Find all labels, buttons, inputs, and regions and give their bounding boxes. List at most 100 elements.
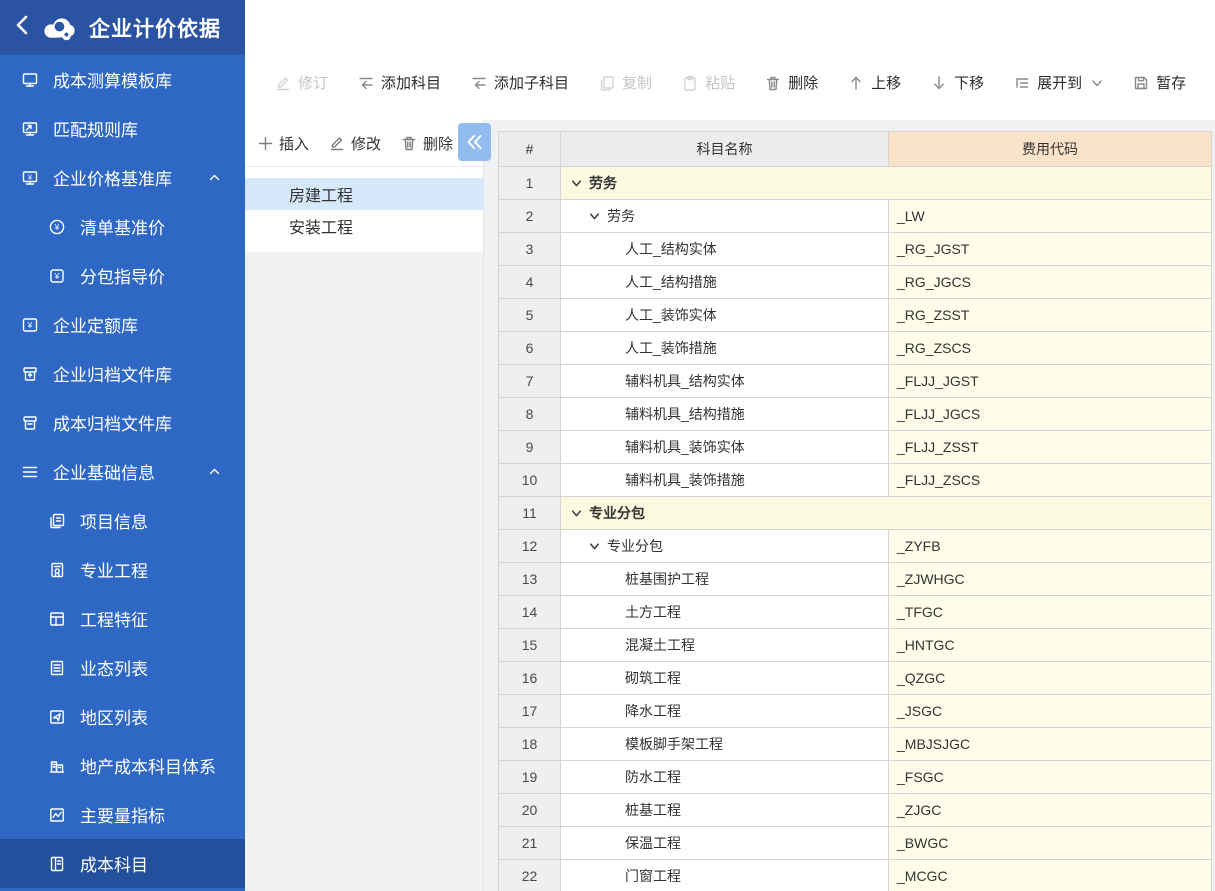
row-number-cell[interactable]: 15 bbox=[499, 629, 561, 662]
row-number-cell[interactable]: 5 bbox=[499, 299, 561, 332]
sidebar-item[interactable]: ¥企业价格基准库 bbox=[0, 153, 245, 202]
fee-code-cell[interactable]: _FLJJ_JGST bbox=[889, 365, 1212, 398]
subject-name-cell[interactable]: 专业分包 bbox=[561, 530, 889, 563]
row-number-cell[interactable]: 8 bbox=[499, 398, 561, 431]
toolbar-button-trash[interactable]: 删除 bbox=[765, 72, 818, 93]
fee-code-cell[interactable]: _BWGC bbox=[889, 827, 1212, 860]
table-row[interactable]: 16砌筑工程_QZGC bbox=[499, 662, 1212, 695]
fee-code-cell[interactable]: _MBJSJGC bbox=[889, 728, 1212, 761]
toolbar-button-copy[interactable]: 复制 bbox=[599, 72, 652, 93]
table-row[interactable]: 1劳务 bbox=[499, 167, 1212, 200]
fee-code-cell[interactable]: _QZGC bbox=[889, 662, 1212, 695]
subject-name-cell[interactable]: 桩基工程 bbox=[561, 794, 889, 827]
subject-name-cell[interactable]: 人工_装饰措施 bbox=[561, 332, 889, 365]
sidebar-item[interactable]: 企业基础信息 bbox=[0, 447, 245, 496]
row-number-cell[interactable]: 11 bbox=[499, 497, 561, 530]
collapse-panel-button chevrons-left-icon[interactable] bbox=[458, 123, 491, 161]
subject-name-cell[interactable]: 砌筑工程 bbox=[561, 662, 889, 695]
panel-button-pencil[interactable]: 修改 bbox=[329, 133, 381, 154]
chevron-up-icon[interactable] bbox=[208, 171, 221, 184]
subject-name-cell[interactable]: 劳务 bbox=[561, 167, 1212, 200]
fee-code-cell[interactable]: _FLJJ_ZSST bbox=[889, 431, 1212, 464]
subject-name-cell[interactable]: 土方工程 bbox=[561, 596, 889, 629]
subject-name-cell[interactable]: 桩基围护工程 bbox=[561, 563, 889, 596]
sidebar-item[interactable]: 地产成本科目体系 bbox=[0, 741, 245, 790]
sidebar-item[interactable]: ¥分包指导价 bbox=[0, 251, 245, 300]
sidebar-item[interactable]: 业态列表 bbox=[0, 643, 245, 692]
subject-name-cell[interactable]: 混凝土工程 bbox=[561, 629, 889, 662]
table-row[interactable]: 21保温工程_BWGC bbox=[499, 827, 1212, 860]
chevron-down-icon[interactable] bbox=[589, 541, 600, 552]
sidebar-item[interactable]: 专业工程 bbox=[0, 545, 245, 594]
table-row[interactable]: 19防水工程_FSGC bbox=[499, 761, 1212, 794]
fee-code-cell[interactable]: _LW bbox=[889, 200, 1212, 233]
row-number-cell[interactable]: 18 bbox=[499, 728, 561, 761]
panel-button-trash[interactable]: 删除 bbox=[401, 133, 453, 154]
subject-name-cell[interactable]: 人工_结构实体 bbox=[561, 233, 889, 266]
table-row[interactable]: 9辅料机具_装饰实体_FLJJ_ZSST bbox=[499, 431, 1212, 464]
chevron-down-icon[interactable] bbox=[571, 178, 582, 189]
fee-code-cell[interactable]: _ZJWHGC bbox=[889, 563, 1212, 596]
fee-code-cell[interactable]: _ZYFB bbox=[889, 530, 1212, 563]
fee-code-cell[interactable]: _FLJJ_JGCS bbox=[889, 398, 1212, 431]
toolbar-button-save[interactable]: 暂存 bbox=[1133, 72, 1186, 93]
row-number-cell[interactable]: 7 bbox=[499, 365, 561, 398]
sidebar-item[interactable]: ¥企业定额库 bbox=[0, 300, 245, 349]
fee-code-cell[interactable]: _FLJJ_ZSCS bbox=[889, 464, 1212, 497]
table-row[interactable]: 17降水工程_JSGC bbox=[499, 695, 1212, 728]
fee-code-cell[interactable]: _ZJGC bbox=[889, 794, 1212, 827]
row-number-cell[interactable]: 6 bbox=[499, 332, 561, 365]
row-number-cell[interactable]: 4 bbox=[499, 266, 561, 299]
sidebar-item[interactable]: 成本测算模板库 bbox=[0, 55, 245, 104]
table-row[interactable]: 6人工_装饰措施_RG_ZSCS bbox=[499, 332, 1212, 365]
fee-code-cell[interactable]: _RG_ZSCS bbox=[889, 332, 1212, 365]
table-row[interactable]: 8辅料机具_结构措施_FLJJ_JGCS bbox=[499, 398, 1212, 431]
toolbar-button-add-item[interactable]: 添加科目 bbox=[358, 72, 441, 93]
subject-name-cell[interactable]: 防水工程 bbox=[561, 761, 889, 794]
fee-code-cell[interactable]: _RG_JGCS bbox=[889, 266, 1212, 299]
sidebar-item[interactable]: ¥清单基准价 bbox=[0, 202, 245, 251]
fee-code-cell[interactable]: _JSGC bbox=[889, 695, 1212, 728]
toolbar-button-expand-to[interactable]: 展开到 bbox=[1014, 72, 1103, 93]
toolbar-button-paste[interactable]: 粘贴 bbox=[682, 72, 735, 93]
subject-name-cell[interactable]: 人工_结构措施 bbox=[561, 266, 889, 299]
subject-name-cell[interactable]: 人工_装饰实体 bbox=[561, 299, 889, 332]
subject-name-cell[interactable]: 辅料机具_装饰实体 bbox=[561, 431, 889, 464]
row-number-cell[interactable]: 22 bbox=[499, 860, 561, 891]
subject-name-cell[interactable]: 劳务 bbox=[561, 200, 889, 233]
table-row[interactable]: 10辅料机具_装饰措施_FLJJ_ZSCS bbox=[499, 464, 1212, 497]
table-row[interactable]: 14土方工程_TFGC bbox=[499, 596, 1212, 629]
table-row[interactable]: 5人工_装饰实体_RG_ZSST bbox=[499, 299, 1212, 332]
sidebar-item[interactable]: 匹配规则库 bbox=[0, 104, 245, 153]
sidebar-item[interactable]: 企业归档文件库 bbox=[0, 349, 245, 398]
table-row[interactable]: 4人工_结构措施_RG_JGCS bbox=[499, 266, 1212, 299]
chevron-up-icon[interactable] bbox=[208, 465, 221, 478]
sidebar-item[interactable]: 工程特征 bbox=[0, 594, 245, 643]
subject-name-cell[interactable]: 模板脚手架工程 bbox=[561, 728, 889, 761]
chevron-down-icon[interactable] bbox=[571, 508, 582, 519]
subject-name-cell[interactable]: 门窗工程 bbox=[561, 860, 889, 891]
row-number-cell[interactable]: 12 bbox=[499, 530, 561, 563]
table-row[interactable]: 3人工_结构实体_RG_JGST bbox=[499, 233, 1212, 266]
column-header-num[interactable]: # bbox=[499, 132, 561, 167]
row-number-cell[interactable]: 1 bbox=[499, 167, 561, 200]
table-row[interactable]: 7辅料机具_结构实体_FLJJ_JGST bbox=[499, 365, 1212, 398]
row-number-cell[interactable]: 17 bbox=[499, 695, 561, 728]
fee-code-cell[interactable]: _MCGC bbox=[889, 860, 1212, 891]
fee-code-cell[interactable]: _TFGC bbox=[889, 596, 1212, 629]
row-number-cell[interactable]: 14 bbox=[499, 596, 561, 629]
table-row[interactable]: 13桩基围护工程_ZJWHGC bbox=[499, 563, 1212, 596]
sidebar-item[interactable]: 成本归档文件库 bbox=[0, 398, 245, 447]
sidebar-item[interactable]: 地区列表 bbox=[0, 692, 245, 741]
sidebar-item[interactable]: 成本科目 bbox=[0, 839, 245, 888]
fee-code-cell[interactable]: _HNTGC bbox=[889, 629, 1212, 662]
column-header-name[interactable]: 科目名称 bbox=[561, 132, 889, 167]
chevron-down-icon[interactable] bbox=[589, 211, 600, 222]
row-number-cell[interactable]: 21 bbox=[499, 827, 561, 860]
table-row[interactable]: 2劳务_LW bbox=[499, 200, 1212, 233]
row-number-cell[interactable]: 10 bbox=[499, 464, 561, 497]
row-number-cell[interactable]: 13 bbox=[499, 563, 561, 596]
table-row[interactable]: 18模板脚手架工程_MBJSJGC bbox=[499, 728, 1212, 761]
panel-button-plus[interactable]: 插入 bbox=[258, 133, 309, 154]
subject-name-cell[interactable]: 专业分包 bbox=[561, 497, 1212, 530]
